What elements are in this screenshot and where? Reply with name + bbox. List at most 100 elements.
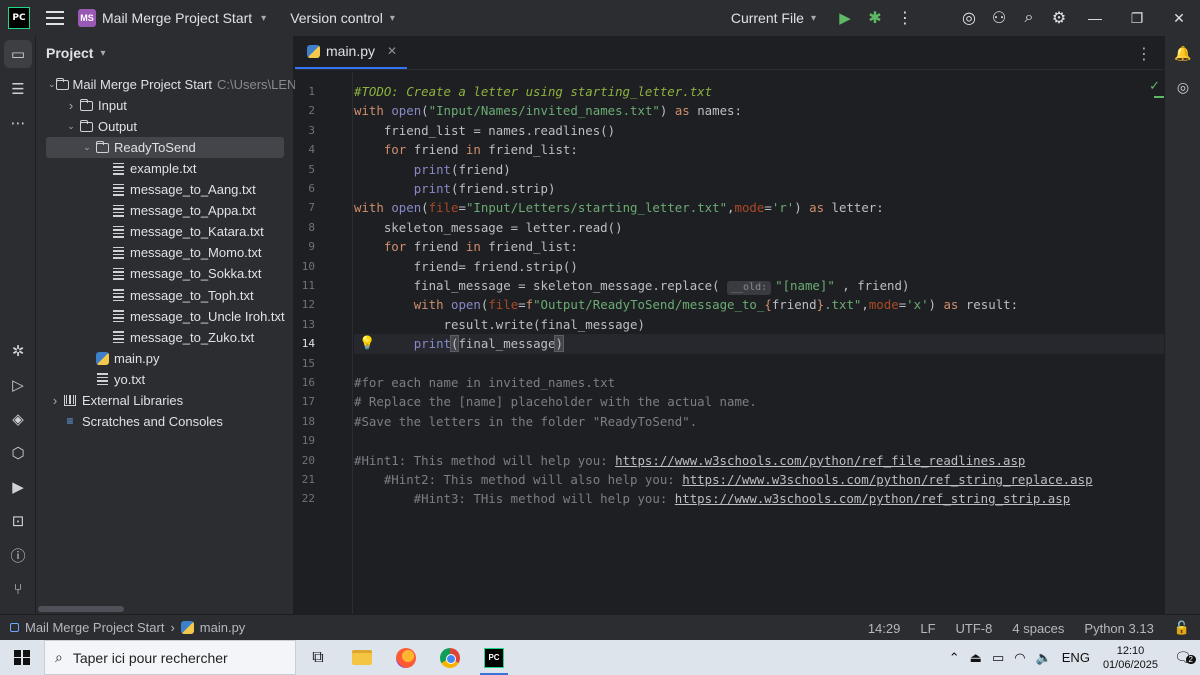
line-number[interactable]: 16 xyxy=(285,373,315,392)
minimize-icon[interactable]: — xyxy=(1074,0,1116,36)
code-line[interactable]: #Hint2: This method will also help you: … xyxy=(354,470,1093,489)
chevron-up-icon[interactable]: ⌃ xyxy=(944,650,965,666)
line-number[interactable]: 5 xyxy=(285,160,315,179)
line-number[interactable]: 21 xyxy=(285,470,315,489)
line-number[interactable]: 10 xyxy=(285,257,315,276)
code-line[interactable]: print(friend) xyxy=(354,160,511,179)
lock-icon[interactable]: 🔓 xyxy=(1164,620,1200,636)
windows-start-icon[interactable] xyxy=(0,640,44,675)
line-number[interactable]: 9 xyxy=(285,237,315,256)
tab-main-py[interactable]: main.py ✕ xyxy=(295,35,408,69)
more-tools-icon[interactable]: ⋯ xyxy=(0,106,36,140)
tree-item[interactable]: message_to_Aang.txt xyxy=(36,179,294,200)
code-link[interactable]: https://www.w3schools.com/python/ref_str… xyxy=(682,472,1092,487)
line-number[interactable]: 12 xyxy=(285,295,315,314)
add-user-icon[interactable]: ⚇ xyxy=(984,0,1014,36)
line-number[interactable]: 1 xyxy=(285,82,315,101)
firefox-icon[interactable] xyxy=(384,640,428,675)
restore-icon[interactable]: ❐ xyxy=(1116,0,1158,36)
chevron-right-icon[interactable]: › xyxy=(64,98,78,113)
usb-device-icon[interactable]: ⏏ xyxy=(965,650,987,666)
python-console-icon[interactable]: ▶ xyxy=(0,470,36,504)
code-line[interactable]: with open(file=f"Output/ReadyToSend/mess… xyxy=(354,295,1018,314)
code-line[interactable]: print(final_message) xyxy=(354,334,565,353)
close-icon[interactable]: ✕ xyxy=(1158,0,1200,36)
tree-item[interactable]: main.py xyxy=(36,348,294,369)
line-number[interactable]: 20 xyxy=(285,451,315,470)
pycharm-taskbar-icon[interactable]: PC xyxy=(472,640,516,675)
code-line[interactable]: final_message = skeleton_message.replace… xyxy=(354,276,909,295)
run-configuration-selector[interactable]: Current File ▾ xyxy=(731,10,816,26)
code-link[interactable]: https://www.w3schools.com/python/ref_fil… xyxy=(615,453,1025,468)
code-line[interactable]: #for each name in invited_names.txt xyxy=(354,373,615,392)
chevron-down-icon[interactable]: ⌄ xyxy=(80,142,94,153)
git-icon[interactable]: ⑂ xyxy=(0,572,36,606)
file-explorer-icon[interactable] xyxy=(340,640,384,675)
run-icon[interactable]: ▶ xyxy=(830,0,860,36)
services-icon[interactable]: ⬡ xyxy=(0,436,36,470)
python-interpreter[interactable]: Python 3.13 xyxy=(1074,621,1163,636)
ai-assistant-icon[interactable]: ◎ xyxy=(954,0,984,36)
code-line[interactable]: #TODO: Create a letter using starting_le… xyxy=(354,82,712,101)
line-number[interactable]: 15 xyxy=(285,354,315,373)
code-content[interactable]: #TODO: Create a letter using starting_le… xyxy=(354,72,1164,614)
line-number[interactable]: 22 xyxy=(285,489,315,508)
project-panel-header[interactable]: Project ▾ xyxy=(36,36,293,70)
line-number[interactable]: 6 xyxy=(285,179,315,198)
line-number[interactable]: 3 xyxy=(285,121,315,140)
line-number[interactable]: 7 xyxy=(285,198,315,217)
breadcrumb-project[interactable]: Mail Merge Project Start xyxy=(25,620,164,635)
more-actions-icon[interactable]: ⋮ xyxy=(890,0,920,36)
line-separator[interactable]: LF xyxy=(910,621,945,636)
battery-icon[interactable]: ▭ xyxy=(987,650,1009,666)
debug-icon[interactable]: ✱ xyxy=(860,0,890,36)
line-number[interactable]: 18 xyxy=(285,412,315,431)
run-tool-icon[interactable]: ▷ xyxy=(0,368,36,402)
ai-chat-icon[interactable]: ◎ xyxy=(1165,70,1200,104)
tree-item[interactable]: message_to_Toph.txt xyxy=(36,285,294,306)
project-tool-folder-icon[interactable]: ▭ xyxy=(4,40,32,68)
project-switcher[interactable]: MS Mail Merge Project Start ▾ xyxy=(78,9,266,27)
search-icon[interactable]: ⌕ xyxy=(1014,0,1044,36)
network-icon[interactable]: ◠ xyxy=(1009,650,1030,666)
tree-item[interactable]: › External Libraries xyxy=(36,390,294,411)
tree-item[interactable]: › Input xyxy=(36,95,294,116)
code-line[interactable]: result.write(final_message) xyxy=(354,315,645,334)
python-packages-icon[interactable]: ◈ xyxy=(0,402,36,436)
tree-item[interactable]: ⌄ Output xyxy=(36,116,294,137)
taskbar-search-box[interactable]: ⌕ Taper ici pour rechercher xyxy=(44,640,296,675)
input-language[interactable]: ENG xyxy=(1057,650,1095,665)
code-line[interactable]: for friend in friend_list: xyxy=(354,140,578,159)
version-control-menu[interactable]: Version control ▾ xyxy=(290,10,395,26)
tree-item[interactable]: message_to_Sokka.txt xyxy=(36,263,294,284)
tree-item[interactable]: ⌄ Mail Merge Project Start C:\Users\LEN xyxy=(36,74,296,95)
tree-item[interactable]: ≡ Scratches and Consoles xyxy=(36,411,294,432)
debug-tool-icon[interactable]: ✲ xyxy=(0,334,36,368)
code-line[interactable]: #Hint3: THis method will help you: https… xyxy=(354,489,1070,508)
structure-icon[interactable]: ☰ xyxy=(0,72,36,106)
line-number[interactable]: 19 xyxy=(285,431,315,450)
code-line[interactable]: #Save the letters in the folder "ReadyTo… xyxy=(354,412,697,431)
terminal-icon[interactable]: ⊡ xyxy=(0,504,36,538)
chevron-down-icon[interactable]: ⌄ xyxy=(48,79,56,90)
code-line[interactable]: friend_list = names.readlines() xyxy=(354,121,615,140)
tree-item[interactable]: ⌄ ReadyToSend xyxy=(46,137,284,159)
tree-item[interactable]: message_to_Momo.txt xyxy=(36,242,294,263)
problems-icon[interactable]: ⓘ xyxy=(0,538,36,572)
caret-position[interactable]: 14:29 xyxy=(858,621,911,636)
tree-item[interactable]: yo.txt xyxy=(36,369,294,390)
chevron-down-icon[interactable]: ⌄ xyxy=(64,121,78,132)
tree-item[interactable]: message_to_Zuko.txt xyxy=(36,327,294,348)
main-menu-icon[interactable] xyxy=(46,11,64,25)
tree-item[interactable]: message_to_Katara.txt xyxy=(36,221,294,242)
inspection-ok-icon[interactable]: ✓ xyxy=(1149,78,1160,94)
indent-setting[interactable]: 4 spaces xyxy=(1002,621,1074,636)
close-tab-icon[interactable]: ✕ xyxy=(387,44,397,58)
line-number[interactable]: 2 xyxy=(285,101,315,120)
volume-icon[interactable]: 🔈 xyxy=(1031,650,1057,666)
horizontal-scrollbar[interactable] xyxy=(38,606,124,612)
chevron-right-icon[interactable]: › xyxy=(48,393,62,408)
chrome-icon[interactable] xyxy=(428,640,472,675)
line-number[interactable]: 14 xyxy=(285,334,315,353)
notification-center-icon[interactable]: 🗨 2 xyxy=(1166,649,1200,666)
